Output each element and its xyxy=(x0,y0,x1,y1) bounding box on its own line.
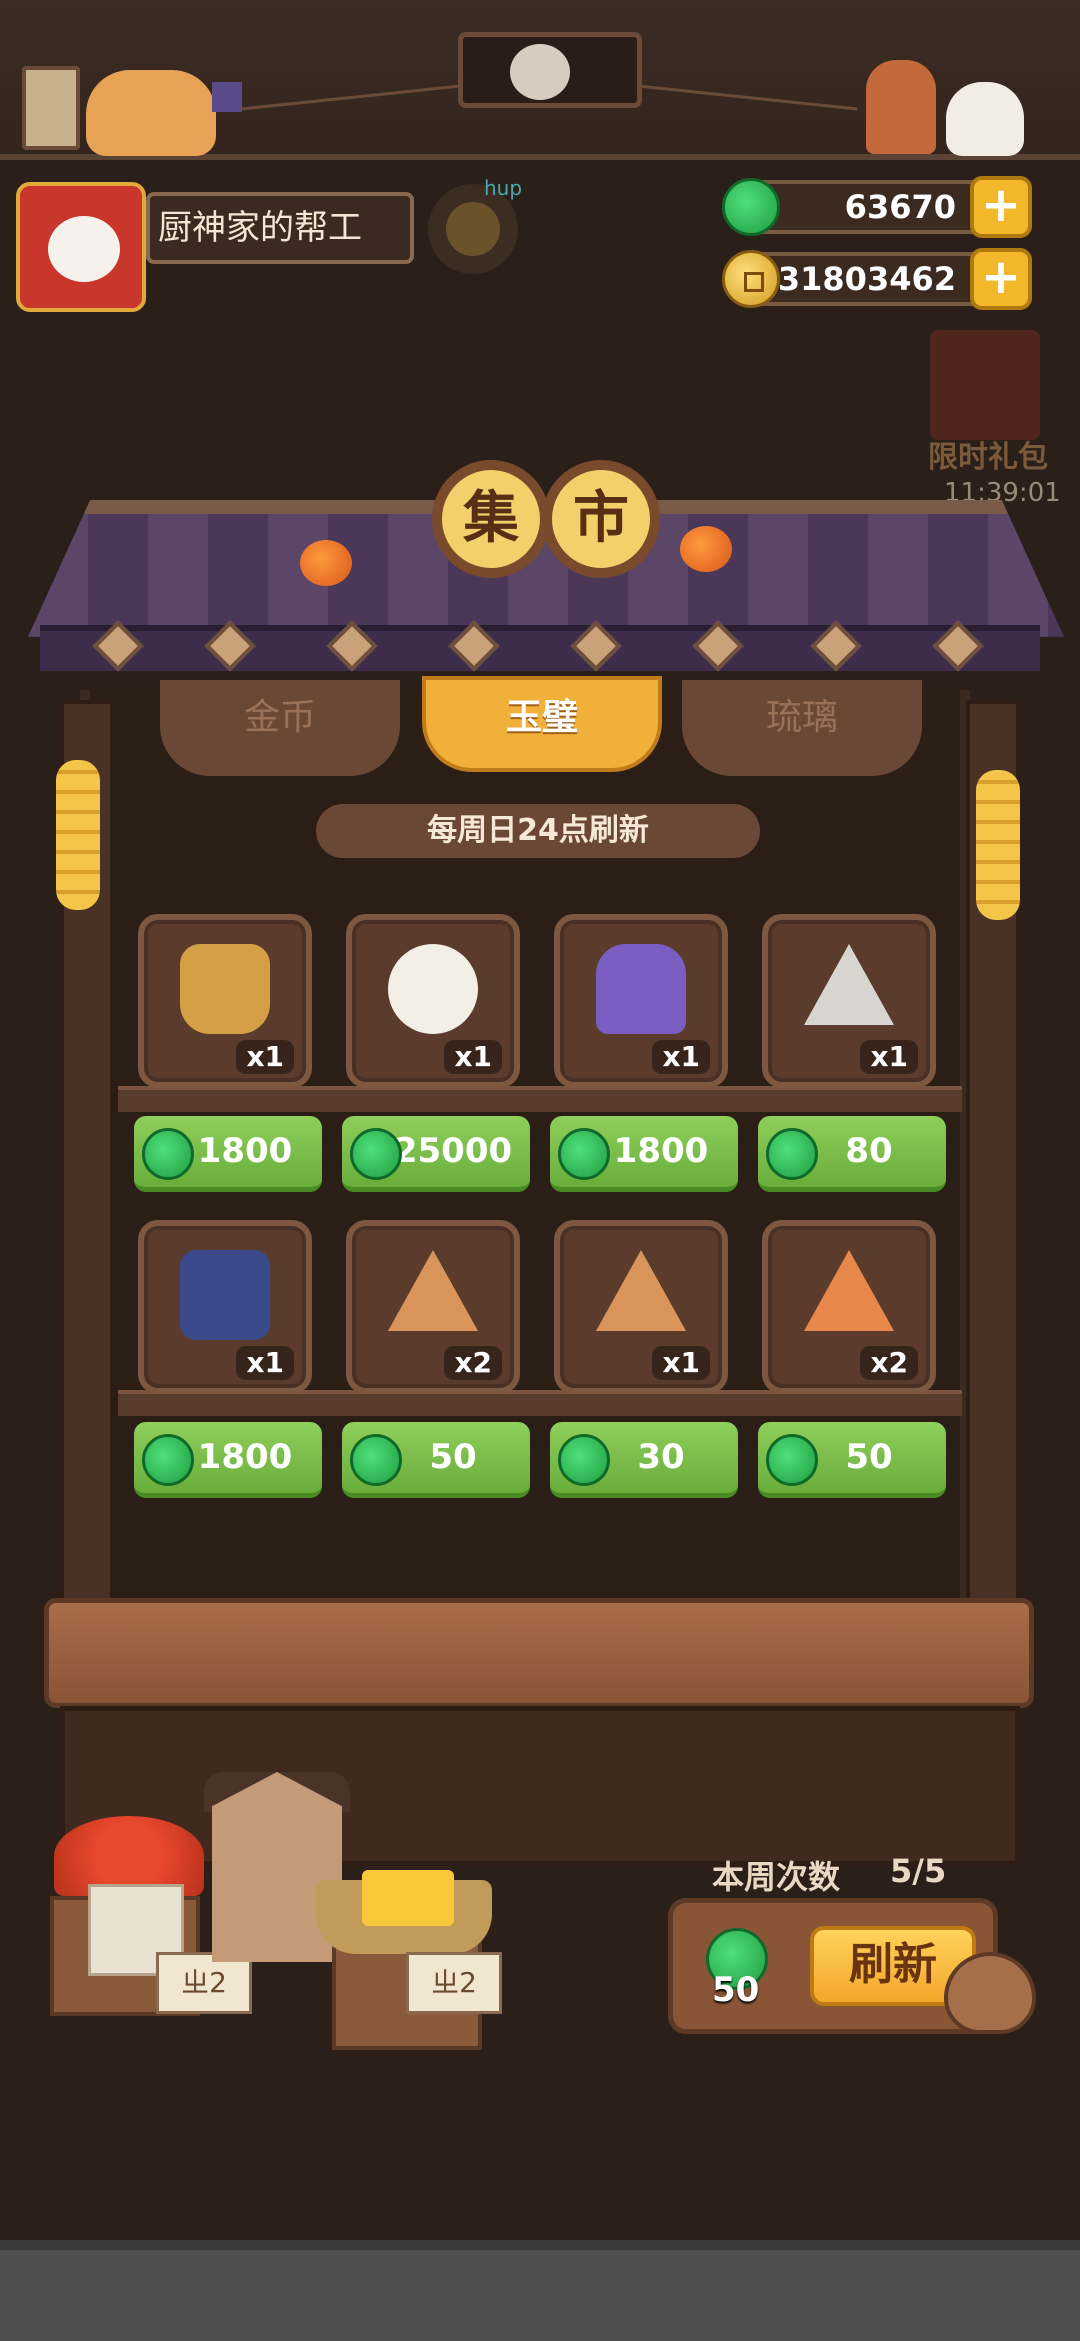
price-value: 50 xyxy=(429,1437,477,1477)
bear-musician-item-icon xyxy=(388,944,478,1034)
jade-icon xyxy=(558,1128,610,1180)
purple-lantern-item-icon xyxy=(596,944,686,1034)
item-card[interactable]: x1 xyxy=(138,1220,312,1394)
brown-rice-ball-item-icon xyxy=(596,1250,686,1331)
tab-glaze[interactable]: 琉璃 xyxy=(682,680,922,776)
item-quantity: x1 xyxy=(444,1040,502,1074)
system-nav-bar xyxy=(0,2250,1080,2341)
price-value: 30 xyxy=(637,1437,685,1477)
item-card[interactable]: x1 xyxy=(346,914,520,1088)
blue-jar-item-icon xyxy=(180,1250,270,1340)
hup-label: hup xyxy=(484,176,523,200)
scroll-icon xyxy=(22,66,80,150)
market-title-char-1: 集 xyxy=(432,460,550,578)
add-jade-button[interactable]: + xyxy=(970,176,1032,238)
jade-icon xyxy=(142,1434,194,1486)
persimmon-icon xyxy=(300,540,352,586)
tab-jade[interactable]: 玉璧 xyxy=(422,676,662,772)
refresh-cost: 50 xyxy=(712,1970,760,2010)
refresh-note: 每周日24点刷新 xyxy=(316,804,760,858)
jade-icon xyxy=(722,178,780,236)
white-cat-icon xyxy=(946,82,1024,156)
jade-icon xyxy=(766,1434,818,1486)
tab-gold-coins[interactable]: 金币 xyxy=(160,680,400,776)
price-value: 25000 xyxy=(393,1131,513,1171)
price-value: 80 xyxy=(845,1131,893,1171)
price-button[interactable]: 1800 xyxy=(550,1116,738,1192)
silver-rice-ball-item-icon xyxy=(804,944,894,1025)
roof-trim xyxy=(40,625,1040,671)
price-value: 1800 xyxy=(197,1437,293,1477)
jade-icon xyxy=(558,1434,610,1486)
basket-item-icon xyxy=(180,944,270,1034)
stall-counter xyxy=(44,1598,1034,1708)
chef-character-icon xyxy=(866,60,936,154)
item-card[interactable]: x2 xyxy=(346,1220,520,1394)
price-button[interactable]: 80 xyxy=(758,1116,946,1192)
item-card[interactable]: x1 xyxy=(554,1220,728,1394)
hup-face-icon xyxy=(446,202,500,256)
mascot-icon xyxy=(944,1952,1036,2034)
cat-face-icon xyxy=(48,216,120,282)
item-card[interactable]: x1 xyxy=(762,914,936,1088)
market-title-char-2: 市 xyxy=(542,460,660,578)
item-quantity: x1 xyxy=(860,1040,918,1074)
price-button[interactable]: 50 xyxy=(758,1422,946,1498)
item-quantity: x1 xyxy=(652,1040,710,1074)
price-button[interactable]: 1800 xyxy=(134,1422,322,1498)
item-quantity: x2 xyxy=(860,1346,918,1380)
stall-sign: ㄓ2 xyxy=(406,1952,502,2014)
jade-icon xyxy=(142,1128,194,1180)
butter-block-icon xyxy=(362,1870,454,1926)
bottom-strip xyxy=(0,2240,1080,2250)
item-quantity: x1 xyxy=(236,1040,294,1074)
item-card[interactable]: x1 xyxy=(138,914,312,1088)
corn-icon xyxy=(56,760,100,910)
raccoon-portrait-icon xyxy=(510,44,570,100)
gift-pack-icon[interactable] xyxy=(930,330,1040,440)
add-coins-button[interactable]: + xyxy=(970,248,1032,310)
orange-cat-icon xyxy=(86,70,216,156)
price-button[interactable]: 50 xyxy=(342,1422,530,1498)
price-button[interactable]: 1800 xyxy=(134,1116,322,1192)
player-title: 厨神家的帮工 xyxy=(146,192,414,264)
player-avatar[interactable] xyxy=(16,182,146,312)
persimmon-icon xyxy=(680,526,732,572)
price-value: 50 xyxy=(845,1437,893,1477)
price-button[interactable]: 25000 xyxy=(342,1116,530,1192)
price-value: 1800 xyxy=(613,1131,709,1171)
jade-icon xyxy=(766,1128,818,1180)
weekly-count-label: 本周次数 xyxy=(712,1858,841,1896)
price-button[interactable]: 30 xyxy=(550,1422,738,1498)
flag-icon xyxy=(212,82,242,112)
orange-rice-ball-item-icon xyxy=(804,1250,894,1331)
event-label: 限时礼包 xyxy=(928,440,1048,475)
shelf xyxy=(118,1086,962,1112)
weekly-count-value: 5/5 xyxy=(890,1852,947,1890)
corn-icon xyxy=(976,770,1020,920)
item-quantity: x2 xyxy=(444,1346,502,1380)
jade-icon xyxy=(350,1434,402,1486)
coin-icon xyxy=(722,250,780,308)
item-card[interactable]: x2 xyxy=(762,1220,936,1394)
item-quantity: x1 xyxy=(236,1346,294,1380)
brown-rice-ball-item-icon xyxy=(388,1250,478,1331)
item-quantity: x1 xyxy=(652,1346,710,1380)
item-card[interactable]: x1 xyxy=(554,914,728,1088)
jade-icon xyxy=(350,1128,402,1180)
price-value: 1800 xyxy=(197,1131,293,1171)
